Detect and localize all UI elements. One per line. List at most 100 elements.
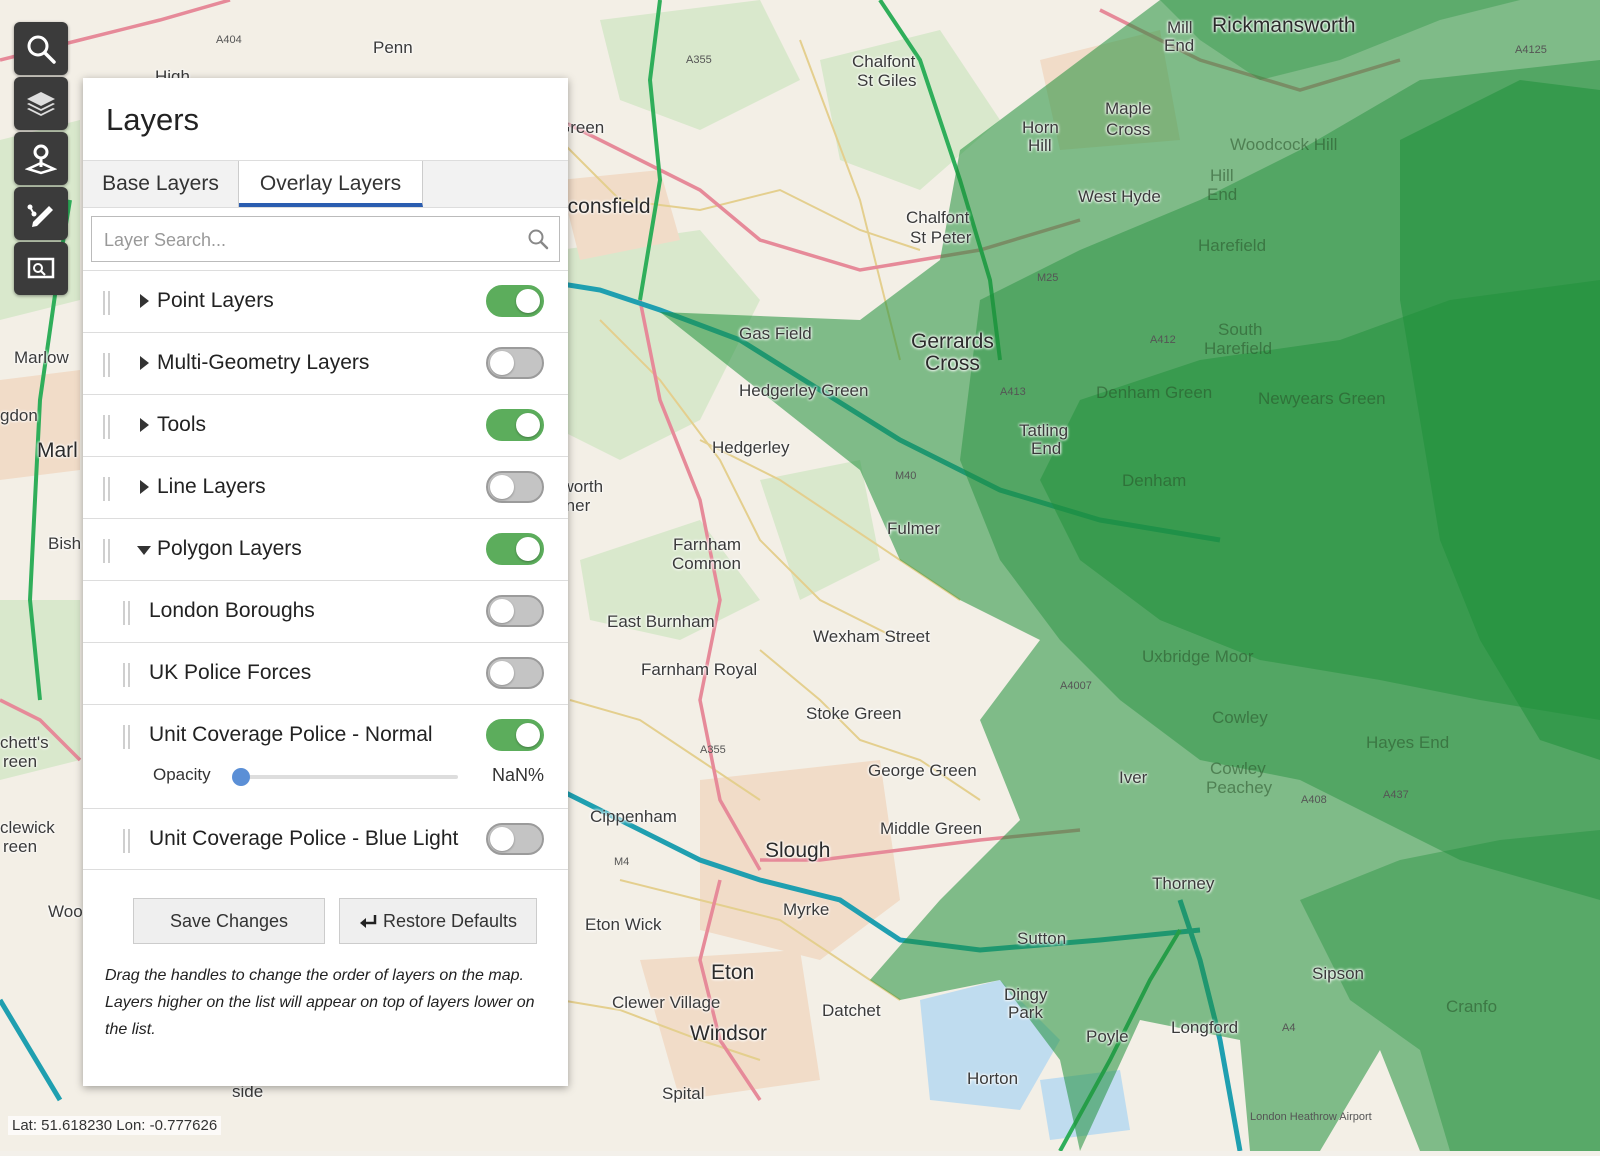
opacity-slider-track[interactable] [240, 775, 458, 779]
layer-toggle[interactable] [486, 347, 544, 379]
map-place-label: End [1031, 439, 1062, 458]
drag-handle-icon[interactable] [103, 291, 111, 315]
map-place-label: Harefield [1198, 236, 1267, 255]
map-place-label: Hedgerley Green [739, 381, 869, 400]
screen-tool-button[interactable] [14, 242, 68, 295]
map-place-label: A437 [1383, 789, 1409, 801]
toggle-knob [490, 827, 514, 851]
search-icon[interactable] [527, 228, 549, 250]
pencil-icon [27, 204, 53, 227]
magnifier-icon [27, 35, 56, 64]
map-place-label: Chalfont [906, 208, 970, 227]
drag-handle-icon[interactable] [123, 725, 131, 749]
layer-label: Multi-Geometry Layers [157, 351, 370, 374]
map-place-label: South [1218, 320, 1263, 339]
layer-label: Line Layers [157, 475, 266, 498]
map-place-label: reen [3, 837, 38, 856]
caret-right-icon[interactable] [140, 480, 149, 494]
map-place-label: Denham [1122, 471, 1187, 490]
map-place-label: gdon [0, 406, 38, 425]
drag-handle-icon[interactable] [103, 415, 111, 439]
map-place-label: Myrke [783, 900, 830, 919]
map-place-label: Windsor [690, 1022, 768, 1045]
map-place-label: M25 [1037, 272, 1059, 284]
map-place-label: Rickmansworth [1212, 14, 1356, 37]
map-place-label: End [1164, 36, 1195, 55]
map-place-label: Longford [1171, 1018, 1239, 1037]
caret-right-icon[interactable] [140, 418, 149, 432]
map-place-label: A412 [1150, 334, 1176, 346]
map-place-label: M40 [895, 470, 917, 482]
tab-base-layers[interactable]: Base Layers [83, 161, 239, 207]
map-place-label: A408 [1301, 794, 1327, 806]
layer-toggle[interactable] [486, 533, 544, 565]
drag-handle-icon[interactable] [103, 477, 111, 501]
map-place-label: A4125 [1515, 44, 1547, 56]
search-tool-button[interactable] [14, 22, 68, 75]
map-place-label: aconsfield [556, 195, 651, 218]
drag-handle-icon[interactable] [123, 601, 131, 625]
layers-tool-button[interactable] [14, 77, 68, 130]
layer-toggle[interactable] [486, 595, 544, 627]
map-place-label: Dingy [1004, 985, 1048, 1004]
map-place-label: Penn [373, 38, 413, 57]
drag-handle-icon[interactable] [103, 353, 111, 377]
layer-toggle[interactable] [486, 823, 544, 855]
layer-toggle[interactable] [486, 719, 544, 751]
opacity-label: Opacity [153, 765, 211, 784]
map-place-label: Middle Green [880, 819, 983, 838]
layer-tabs: Base Layers Overlay Layers [83, 160, 568, 208]
map-place-label: clewick [0, 818, 55, 837]
caret-right-icon[interactable] [140, 356, 149, 370]
map-place-label: M4 [614, 856, 630, 868]
layer-row: Tools [83, 394, 568, 456]
layer-toggle[interactable] [486, 285, 544, 317]
layer-row: Point Layers [83, 270, 568, 332]
map-place-label: A355 [700, 744, 726, 756]
restore-defaults-button[interactable]: Restore Defaults [339, 898, 537, 944]
caret-down-icon[interactable] [137, 546, 151, 555]
map-place-label: Fulmer [887, 519, 940, 538]
layer-row: Polygon Layers [83, 518, 568, 580]
panel-title: Layers [106, 102, 200, 137]
map-place-label: Park [1008, 1003, 1043, 1022]
toggle-knob [490, 599, 514, 623]
map-place-label: Gerrards [911, 330, 994, 353]
map-place-label: Cowley [1210, 759, 1266, 778]
map-place-label: Chalfont [852, 52, 916, 71]
layer-toggle[interactable] [486, 471, 544, 503]
map-place-label: Stoke Green [806, 704, 902, 723]
help-text: Drag the handles to change the order of … [105, 967, 535, 1038]
drag-handle-icon[interactable] [103, 539, 111, 563]
layer-toggle[interactable] [486, 409, 544, 441]
map-place-label: Farnham Royal [641, 660, 758, 679]
map-place-label: London Heathrow Airport [1250, 1111, 1372, 1123]
tab-overlay-layers[interactable]: Overlay Layers [239, 161, 423, 207]
map-place-label: Maple [1105, 99, 1152, 118]
map-place-label: Common [672, 554, 741, 573]
map-place-label: Marlow [14, 348, 69, 367]
map-place-label: Poyle [1086, 1027, 1129, 1046]
location-tool-button[interactable] [14, 132, 68, 185]
map-place-label: Gas Field [739, 324, 812, 343]
map-place-label: Hill [1210, 166, 1234, 185]
map-place-label: Newyears Green [1258, 389, 1386, 408]
drag-handle-icon[interactable] [123, 663, 131, 687]
layer-label: Unit Coverage Police - Blue Light [149, 827, 459, 850]
toggle-knob [516, 413, 540, 437]
layer-label: London Boroughs [149, 599, 315, 622]
layer-search-input[interactable] [92, 217, 526, 263]
toggle-knob [516, 537, 540, 561]
save-changes-button[interactable]: Save Changes [133, 898, 325, 944]
map-place-label: Mill [1167, 18, 1193, 37]
map-place-label: Denham Green [1096, 383, 1213, 402]
map-place-label: Cippenham [590, 807, 677, 826]
draw-tool-button[interactable] [14, 187, 68, 240]
map-place-label: Hayes End [1366, 733, 1450, 752]
map-place-label: West Hyde [1078, 187, 1161, 206]
caret-right-icon[interactable] [140, 294, 149, 308]
map-place-label: Farnham [673, 535, 742, 554]
layer-toggle[interactable] [486, 657, 544, 689]
opacity-slider-thumb[interactable] [232, 768, 250, 786]
drag-handle-icon[interactable] [123, 829, 131, 853]
